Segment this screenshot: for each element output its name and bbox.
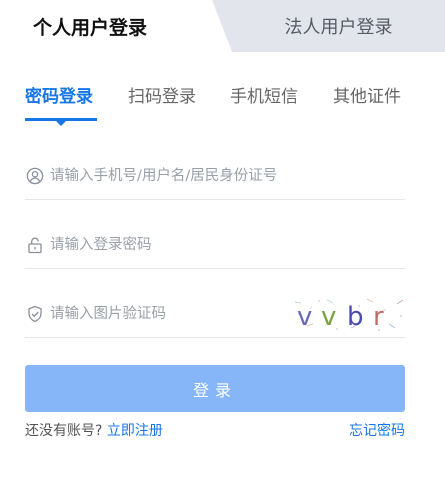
tab-legal-user[interactable]: 法人用户登录 bbox=[232, 0, 445, 52]
register-link[interactable]: 立即注册 bbox=[107, 423, 163, 439]
login-footer: 还没有账号? 立即注册 忘记密码 bbox=[25, 420, 405, 440]
login-panel: 个人用户登录 法人用户登录 密码登录 扫码登录 手机短信 其他证件 请输入手机号… bbox=[0, 0, 445, 480]
password-field bbox=[25, 221, 405, 269]
tab-qrcode-login[interactable]: 扫码登录 bbox=[128, 84, 196, 124]
captcha-char-4: r bbox=[373, 302, 384, 332]
shield-check-icon bbox=[25, 304, 45, 324]
captcha-char-2: v bbox=[321, 302, 336, 332]
forgot-password-link[interactable]: 忘记密码 bbox=[349, 420, 405, 440]
login-method-tabs: 密码登录 扫码登录 手机短信 其他证件 bbox=[25, 84, 415, 126]
captcha-field: v v b r bbox=[25, 290, 405, 338]
password-input[interactable] bbox=[50, 229, 405, 260]
username-input[interactable] bbox=[50, 160, 405, 191]
user-type-tabs: 个人用户登录 法人用户登录 bbox=[0, 0, 445, 52]
tab-other-id-login[interactable]: 其他证件 bbox=[333, 84, 401, 124]
active-tab-caret bbox=[56, 121, 66, 126]
captcha-char-1: v bbox=[297, 302, 312, 332]
captcha-image[interactable]: v v b r bbox=[293, 294, 405, 334]
username-field bbox=[25, 152, 405, 200]
user-icon bbox=[25, 166, 45, 186]
lock-icon bbox=[25, 235, 45, 255]
tab-sms-login[interactable]: 手机短信 bbox=[230, 84, 298, 124]
captcha-char-3: b bbox=[347, 302, 364, 332]
tab-personal-user[interactable]: 个人用户登录 bbox=[0, 0, 232, 52]
no-account-text: 还没有账号? bbox=[25, 423, 103, 439]
login-button[interactable]: 登录 bbox=[25, 365, 405, 412]
